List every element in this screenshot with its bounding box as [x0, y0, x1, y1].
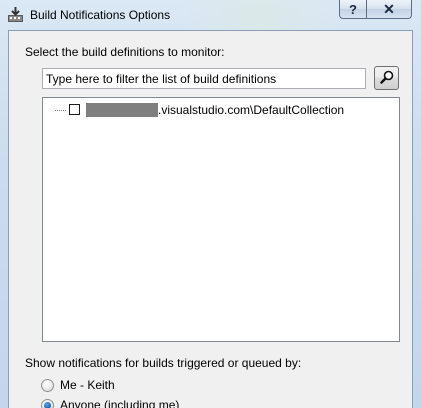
radio-me-label: Me - Keith [60, 378, 115, 392]
dialog-frame: Build Notifications Options ? ✕ Select t… [0, 0, 421, 408]
radio-anyone[interactable] [41, 398, 54, 408]
triggered-by-heading: Show notifications for builds triggered … [25, 356, 302, 370]
radio-anyone-label: Anyone (including me) [60, 398, 180, 408]
radio-option-anyone[interactable]: Anyone (including me) [41, 397, 179, 408]
close-icon: ✕ [383, 0, 395, 17]
magnifier-icon [379, 70, 394, 87]
help-icon: ? [349, 1, 357, 17]
tree-item-collection[interactable]: .visualstudio.com\DefaultCollection [43, 102, 393, 118]
filter-input[interactable] [42, 68, 366, 89]
radio-option-me[interactable]: Me - Keith [41, 377, 115, 393]
search-button[interactable] [374, 66, 399, 90]
dialog-client-area: Select the build definitions to monitor:… [8, 30, 413, 408]
build-definitions-tree[interactable]: .visualstudio.com\DefaultCollection [42, 97, 400, 342]
title-bar[interactable]: Build Notifications Options ? ✕ [0, 0, 421, 30]
close-button[interactable]: ✕ [366, 0, 412, 19]
monitor-heading: Select the build definitions to monitor: [25, 45, 225, 59]
window-title: Build Notifications Options [30, 8, 171, 22]
tree-connector [55, 110, 66, 111]
help-button[interactable]: ? [339, 0, 367, 19]
collection-label: .visualstudio.com\DefaultCollection [158, 103, 345, 117]
redacted-account-name [86, 103, 158, 117]
collection-checkbox[interactable] [69, 104, 80, 115]
build-notifications-icon [7, 6, 24, 23]
radio-me[interactable] [41, 378, 54, 392]
